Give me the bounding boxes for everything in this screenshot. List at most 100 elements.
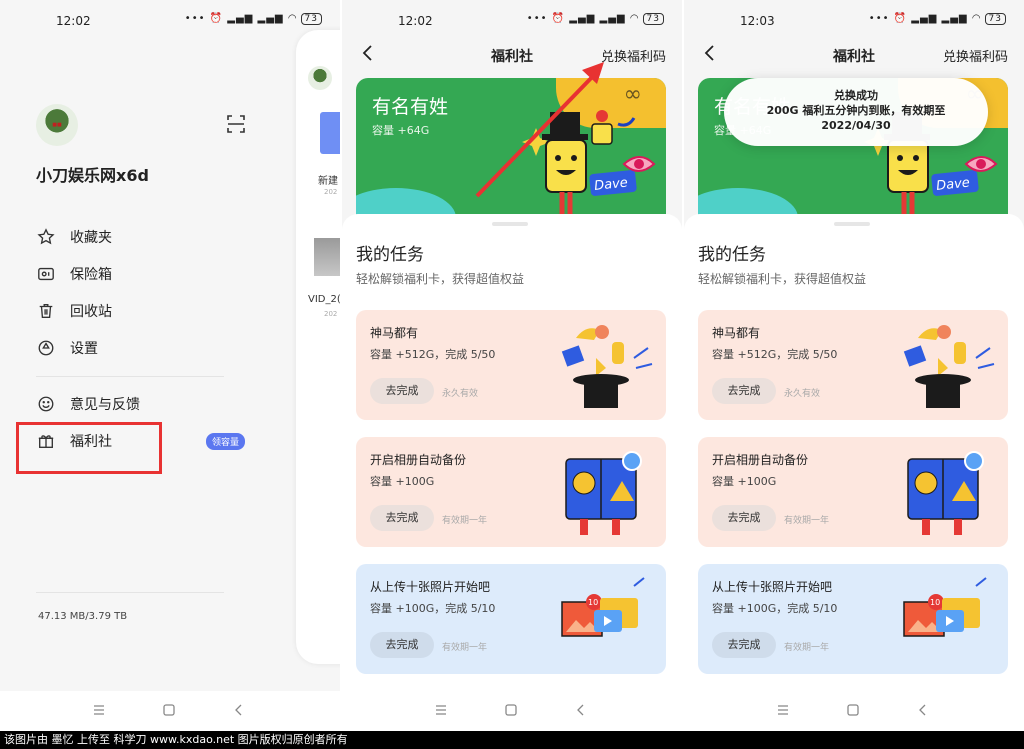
task-card[interactable]: 开启相册自动备份 容量 +100G 去完成 有效期一年	[698, 437, 1008, 547]
task-card[interactable]: 开启相册自动备份 容量 +100G 去完成 有效期一年	[356, 437, 666, 547]
battery-icon: 73	[300, 13, 322, 25]
task-card[interactable]: 神马都有 容量 +512G，完成 5/50 去完成 永久有效	[698, 310, 1008, 420]
storage-usage: 47.13 MB/3.79 TB	[38, 611, 128, 622]
task-validity: 有效期一年	[442, 643, 488, 653]
peek-logo	[308, 66, 332, 90]
task-validity: 有效期一年	[442, 516, 488, 526]
task-go-button[interactable]: 去完成	[370, 632, 434, 658]
task-go-button[interactable]: 去完成	[370, 505, 434, 531]
task-desc: 容量 +100G	[370, 475, 435, 488]
menu-icon[interactable]	[92, 703, 106, 717]
task-validity: 有效期一年	[784, 643, 830, 653]
capacity-badge[interactable]: 领容量	[206, 433, 246, 450]
menu-item-label: 意见与反馈	[70, 397, 140, 413]
task-desc: 容量 +512G，完成 5/50	[712, 348, 838, 361]
toast-expiry: 2022/04/30	[821, 119, 891, 132]
drawer-panel: 12:02 ••• ⏰ ▂▄▆ ▂▄▆ ◠ 73 ■■ 小刀娱乐网x6d 收藏夹 …	[0, 0, 340, 731]
status-time: 12:03	[740, 14, 775, 28]
menu-divider	[36, 376, 224, 377]
upload-count-text: 10	[930, 598, 940, 607]
home-icon[interactable]	[846, 703, 860, 717]
status-time: 12:02	[56, 14, 91, 28]
task-go-button[interactable]: 去完成	[370, 378, 434, 404]
back-nav-icon[interactable]	[916, 703, 930, 717]
menu-item-safe[interactable]: 保险箱	[36, 259, 246, 289]
home-icon[interactable]	[162, 703, 176, 717]
redeem-success-toast: 兑换成功 200G 福利五分钟内到账，有效期至 2022/04/30	[724, 78, 988, 146]
task-desc: 容量 +100G，完成 5/10	[712, 602, 838, 615]
task-validity: 永久有效	[442, 389, 479, 399]
album-backup-illustration	[907, 451, 984, 535]
peek-video-date: 202	[324, 310, 338, 318]
system-nav-bar	[342, 691, 682, 731]
tasks-sheet: 我的任务 轻松解锁福利卡，获得超值权益 神马都有 容量 +512G，完成 5/5…	[342, 214, 682, 694]
peek-video-label: VID_2(	[308, 294, 340, 305]
menu-item-label: 设置	[70, 341, 98, 357]
back-nav-icon[interactable]	[232, 703, 246, 717]
task-validity: 有效期一年	[784, 516, 830, 526]
safe-icon	[36, 264, 56, 284]
menu-item-feedback[interactable]: 意见与反馈	[36, 389, 246, 419]
task-title: 从上传十张照片开始吧	[370, 580, 491, 594]
sheet-handle[interactable]	[834, 222, 870, 226]
tasks-sheet: 我的任务 轻松解锁福利卡，获得超值权益 神马都有 容量 +512G，完成 5/5…	[684, 214, 1024, 694]
menu-item-trash[interactable]: 回收站	[36, 296, 246, 326]
home-icon[interactable]	[504, 703, 518, 717]
task-desc: 容量 +100G，完成 5/10	[370, 602, 496, 615]
wifi-icon: ◠	[287, 13, 298, 24]
toast-message: 200G 福利五分钟内到账，有效期至	[766, 104, 946, 117]
upload-photos-illustration: 10	[903, 577, 987, 637]
highlight-box	[16, 422, 162, 474]
avatar[interactable]: ■■	[36, 104, 78, 146]
menu-item-settings[interactable]: 设置	[36, 333, 246, 363]
task-go-button[interactable]: 去完成	[712, 632, 776, 658]
status-icons: ••• ⏰ ▂▄▆ ▂▄▆ ◠ 73	[869, 13, 1006, 25]
menu-item-label: 收藏夹	[70, 230, 112, 246]
watermark-footer: 该图片由 墨忆 上传至 科学刀 www.kxdao.net 图片版权归原创者所有	[0, 731, 1024, 749]
redeem-code-button[interactable]: 兑换福利码	[943, 46, 1008, 65]
album-backup-illustration	[565, 451, 642, 535]
task-title: 神马都有	[370, 326, 419, 340]
status-icons: ••• ⏰ ▂▄▆ ▂▄▆ ◠ 73	[185, 13, 322, 25]
welfare-panel-before: 12:02 ••• ⏰ ▂▄▆ ▂▄▆ ◠ 73 福利社 兑换福利码 ∞ 有名有姓…	[342, 0, 682, 731]
task-desc: 容量 +512G，完成 5/50	[370, 348, 496, 361]
system-nav-bar	[0, 691, 340, 731]
tasks-subtitle: 轻松解锁福利卡，获得超值权益	[698, 272, 867, 286]
scan-icon[interactable]	[226, 114, 246, 134]
task-go-button[interactable]: 去完成	[712, 505, 776, 531]
upload-count-text: 10	[588, 598, 598, 607]
back-nav-icon[interactable]	[574, 703, 588, 717]
tasks-title: 我的任务	[356, 245, 424, 265]
top-bar: 福利社 兑换福利码	[684, 40, 1024, 70]
task-title: 开启相册自动备份	[712, 453, 809, 467]
task-card[interactable]: 神马都有 容量 +512G，完成 5/50 去完成 永久有效	[356, 310, 666, 420]
star-icon	[36, 227, 56, 247]
menu-icon[interactable]	[776, 703, 790, 717]
task-card[interactable]: 从上传十张照片开始吧 容量 +100G，完成 5/10 去完成 有效期一年 10	[698, 564, 1008, 674]
menu-icon[interactable]	[434, 703, 448, 717]
toast-title: 兑换成功	[834, 89, 878, 102]
trash-icon	[36, 301, 56, 321]
folder-icon	[320, 112, 340, 154]
menu-item-label: 保险箱	[70, 267, 112, 283]
magic-hat-illustration	[903, 325, 995, 408]
tasks-title: 我的任务	[698, 245, 766, 265]
magic-hat-illustration	[561, 325, 653, 408]
sheet-handle[interactable]	[492, 222, 528, 226]
battery-icon: 73	[984, 13, 1006, 25]
task-title: 开启相册自动备份	[370, 453, 467, 467]
status-bar: 12:02 ••• ⏰ ▂▄▆ ▂▄▆ ◠ 73	[0, 0, 340, 40]
task-card[interactable]: 从上传十张照片开始吧 容量 +100G，完成 5/10 去完成 有效期一年 10	[356, 564, 666, 674]
task-desc: 容量 +100G	[712, 475, 777, 488]
video-thumbnail	[314, 238, 340, 276]
tasks-subtitle: 轻松解锁福利卡，获得超值权益	[356, 272, 525, 286]
welfare-panel-after: 12:03 ••• ⏰ ▂▄▆ ▂▄▆ ◠73 福利社 兑换福利码 ∞ 有名有姓…	[684, 0, 1024, 731]
storage-divider	[36, 592, 224, 593]
menu-item-label: 回收站	[70, 304, 112, 320]
menu-item-favorites[interactable]: 收藏夹	[36, 222, 246, 252]
main-page-peek[interactable]: 新建 202 VID_2( 202	[296, 30, 340, 664]
avatar-logo-text: ■■	[52, 122, 62, 128]
task-go-button[interactable]: 去完成	[712, 378, 776, 404]
smile-icon	[36, 394, 56, 414]
wifi-icon: ◠	[971, 13, 982, 24]
